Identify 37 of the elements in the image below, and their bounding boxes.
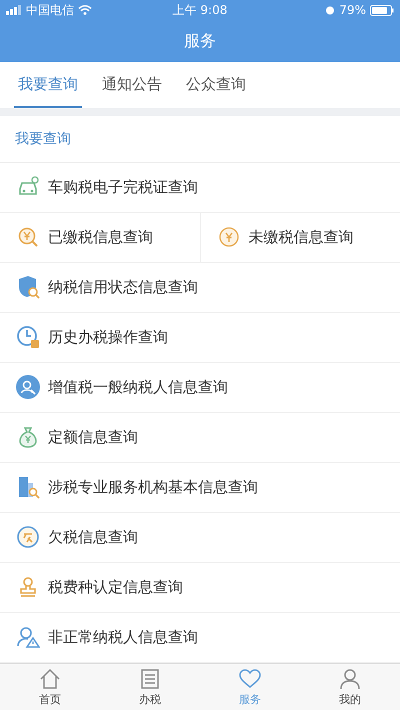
- home-icon: [38, 666, 62, 691]
- query-item[interactable]: 纳税信用状态信息查询: [0, 262, 400, 312]
- clock-time: 上午 9:08: [172, 2, 228, 18]
- page-title: 服务: [183, 30, 217, 52]
- heart-icon: [238, 666, 262, 691]
- signal-icon: [6, 5, 22, 15]
- section-title: 我要查询: [0, 108, 400, 162]
- carrier-name: 中国电信: [26, 2, 74, 18]
- tab[interactable]: 我要查询: [14, 62, 82, 108]
- shield-icon: [16, 275, 40, 299]
- tab-bar-item[interactable]: 办税: [100, 664, 200, 710]
- query-item[interactable]: 定额信息查询: [0, 412, 400, 462]
- yen-coin-icon: [216, 225, 240, 249]
- wifi-icon: [78, 5, 92, 15]
- query-item[interactable]: 增值税一般纳税人信息查询: [0, 362, 400, 412]
- clock-icon: [16, 325, 40, 349]
- battery-icon: [370, 4, 394, 16]
- tab-bar-item[interactable]: 我的: [300, 664, 400, 710]
- alarm-icon: [325, 5, 336, 15]
- coin-icon: [16, 525, 40, 549]
- tab-bar-item[interactable]: 首页: [0, 664, 100, 710]
- yen-search-icon: [16, 225, 40, 249]
- user-search-icon: [16, 375, 40, 399]
- query-item[interactable]: 税费种认定信息查询: [0, 562, 400, 612]
- query-item[interactable]: 欠税信息查询: [0, 512, 400, 562]
- user-warning-icon: [16, 625, 40, 649]
- person-icon: [338, 666, 362, 691]
- query-item[interactable]: 已缴税信息查询: [0, 212, 200, 262]
- tab[interactable]: 公众查询: [182, 62, 250, 108]
- tab[interactable]: 通知公告: [98, 62, 166, 108]
- query-item[interactable]: 车购税电子完税证查询: [0, 162, 400, 212]
- query-item[interactable]: 非正常纳税人信息查询: [0, 612, 400, 662]
- query-item[interactable]: 涉税专业服务机构基本信息查询: [0, 462, 400, 512]
- building-icon: [16, 475, 40, 499]
- query-item[interactable]: 历史办税操作查询: [0, 312, 400, 362]
- query-item[interactable]: 未缴税信息查询: [200, 212, 400, 262]
- battery-percent: 79%: [339, 3, 366, 17]
